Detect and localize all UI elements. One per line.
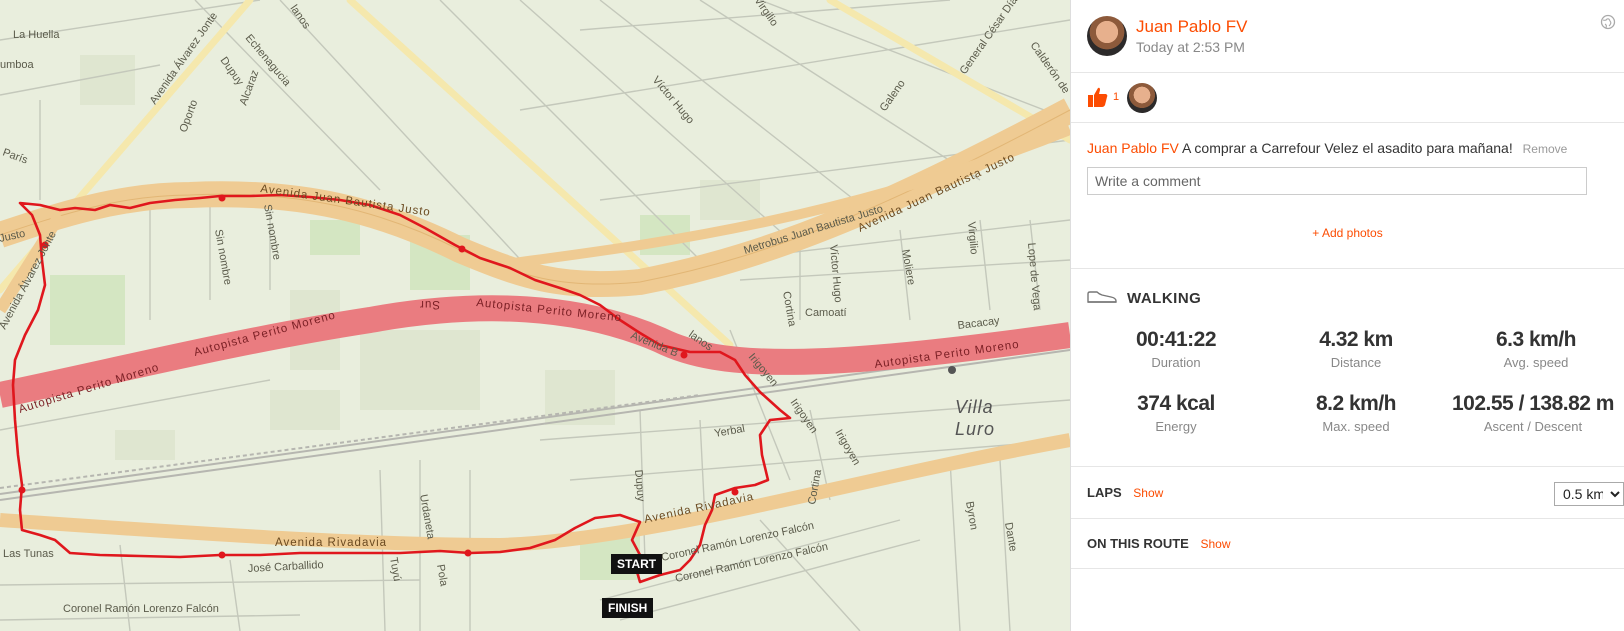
stat-label: Avg. speed (1503, 355, 1569, 370)
street-label: umboa (0, 59, 35, 71)
route-title: ON THIS ROUTE (1087, 536, 1189, 551)
stat-value: 6.3 km/h (1495, 328, 1577, 351)
street-label: Avenida Rivadavia (275, 537, 387, 549)
street-label: Calderón de (1028, 40, 1070, 96)
divider (1071, 268, 1624, 269)
laps-show-link[interactable]: Show (1133, 486, 1163, 500)
divider (1071, 568, 1624, 569)
kudos-count[interactable]: 1 (1113, 91, 1119, 103)
activity-timestamp: Today at 2:53 PM (1136, 39, 1245, 55)
globe-icon[interactable] (1600, 14, 1616, 35)
divider (1071, 122, 1624, 123)
stat-label: Ascent / Descent (1483, 419, 1583, 434)
stat-avg-speed: 6.3 km/h Avg. speed (1446, 328, 1624, 370)
street-label: Yerbal (713, 423, 745, 440)
kudos-giver-avatar[interactable] (1127, 83, 1157, 113)
stat-label: Distance (1330, 355, 1382, 370)
street-label: Galeno (878, 78, 908, 114)
stat-max-speed: 8.2 km/h Max. speed (1266, 392, 1446, 434)
street-label: General César Díaz (958, 0, 1024, 77)
street-label: Dupuy (632, 469, 647, 502)
stat-value: 4.32 km (1319, 328, 1393, 351)
stat-value: 374 kcal (1137, 392, 1215, 415)
street-label: Sin nombre (212, 228, 234, 285)
avenues (0, 0, 1070, 349)
street-label: Virgilio (752, 0, 781, 29)
route-section: ON THIS ROUTE Show (1087, 536, 1231, 551)
divider (1071, 72, 1624, 73)
start-marker[interactable]: START (611, 554, 663, 574)
stat-duration: 00:41:22 Duration (1086, 328, 1266, 370)
stat-label: Max. speed (1322, 419, 1390, 434)
stat-distance: 4.32 km Distance (1266, 328, 1446, 370)
street-label: Sur (419, 298, 440, 310)
area-label: Luro (955, 419, 995, 439)
stat-ascent-descent: 102.55 / 138.82 m Ascent / Descent (1443, 392, 1623, 434)
comment: Juan Pablo FV A comprar a Carrefour Vele… (1087, 140, 1567, 156)
divider (1071, 466, 1624, 467)
stat-value: 8.2 km/h (1315, 392, 1397, 415)
laps-section: LAPS Show (1087, 485, 1163, 500)
lap-distance-select[interactable]: 0.5 km (1554, 482, 1624, 506)
street-label: Avenida Álvarez Jonte (147, 10, 220, 107)
shoe-icon (1087, 290, 1117, 304)
map-poi-dot (948, 366, 956, 374)
street-label: Lope de Vega (1025, 242, 1043, 312)
street-label: Bacacay (957, 315, 1001, 332)
street-label: Tuyú (387, 556, 403, 582)
comment-author-link[interactable]: Juan Pablo FV (1087, 140, 1179, 156)
street-label: Irigoyen (788, 397, 820, 436)
finish-marker[interactable]: FINISH (602, 598, 654, 618)
street-label: Irigoyen (832, 428, 862, 468)
thumbs-up-icon[interactable] (1087, 86, 1109, 108)
athlete-avatar[interactable] (1087, 16, 1127, 56)
stat-value: 102.55 / 138.82 m (1452, 392, 1614, 415)
area-label: Villa (955, 397, 994, 417)
stat-label: Duration (1151, 355, 1201, 370)
street-label: Coronel Ramón Lorenzo Falcón (63, 603, 219, 615)
street-label: Víctor Hugo (827, 244, 844, 303)
laps-title: LAPS (1087, 485, 1122, 500)
autopista (0, 295, 1070, 408)
activity-panel: Juan Pablo FV Today at 2:53 PM 1 Juan Pa… (1070, 0, 1624, 631)
street-label: Sin nombre (261, 203, 283, 260)
add-photos-link[interactable]: + Add photos (1071, 226, 1624, 240)
street-label: Oporto (178, 98, 201, 134)
stat-energy: 374 kcal Energy (1086, 392, 1266, 434)
street-label: Virgilio (965, 221, 980, 255)
street-label: lanos (288, 3, 313, 32)
street-label: Camoatí (805, 307, 847, 319)
street-label: París (1, 147, 30, 167)
street-label: Cortina (780, 290, 798, 328)
route-show-link[interactable]: Show (1200, 537, 1230, 551)
remove-comment-link[interactable]: Remove (1523, 142, 1568, 156)
street-label: José Carballido (248, 559, 324, 575)
street-label: Las Tunas (3, 548, 54, 560)
street-label: Pola (434, 563, 450, 588)
street-label: Dupuy (218, 55, 246, 88)
athlete-name-link[interactable]: Juan Pablo FV (1136, 17, 1248, 37)
activity-type: WALKING (1127, 290, 1202, 307)
stat-label: Energy (1155, 419, 1197, 434)
street-label: Byron (963, 500, 980, 530)
comment-input[interactable] (1087, 167, 1587, 195)
street-label: Moliere (899, 248, 917, 286)
street-label: La Huella (13, 29, 60, 41)
comment-text: A comprar a Carrefour Velez el asadito p… (1181, 140, 1513, 156)
stat-value: 00:41:22 (1135, 328, 1217, 351)
route-map[interactable]: Avenida Juan Bautista Justo Avenida Juan… (0, 0, 1070, 631)
map-canvas: Avenida Juan Bautista Justo Avenida Juan… (0, 0, 1070, 631)
divider (1071, 518, 1624, 519)
